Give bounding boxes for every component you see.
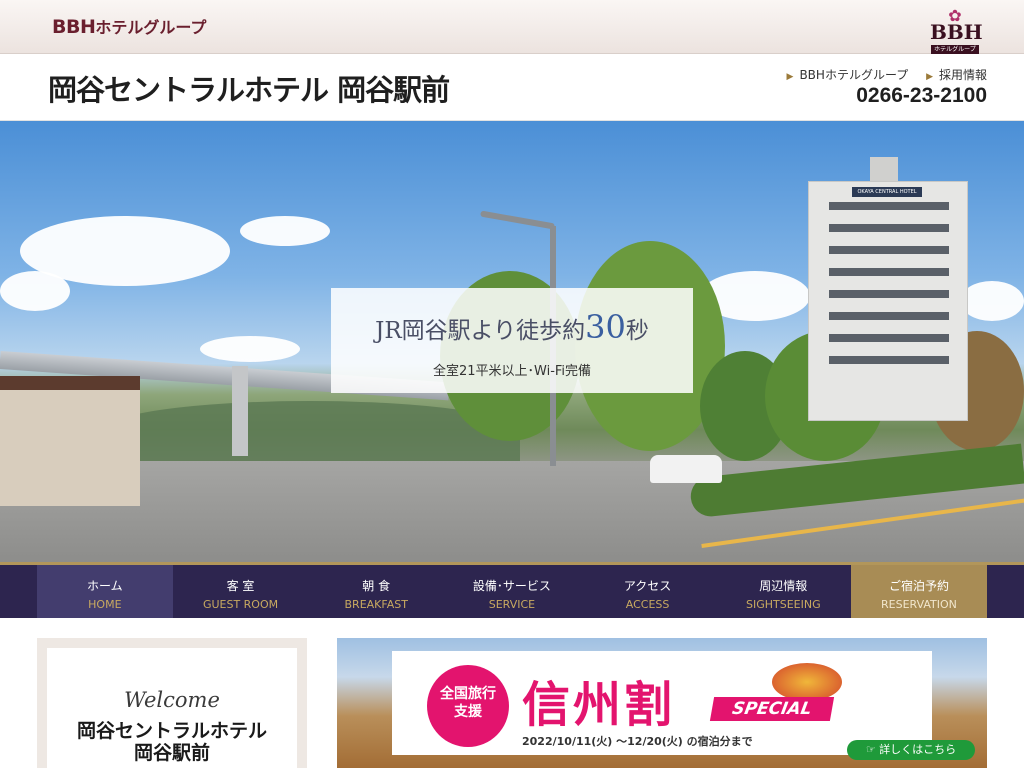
chevron-right-icon: ▶ (926, 72, 933, 82)
hero-title-number: 30 (585, 308, 626, 346)
nav-label-en: SERVICE (488, 598, 536, 611)
bbh-badge-logo[interactable]: ✿ BBH ホテルグループ (928, 6, 983, 54)
hero-title: JR岡谷駅より徒歩約30秒 (331, 308, 693, 346)
cloud (240, 216, 330, 246)
nav-reservation[interactable]: ご宿泊予約 RESERVATION (851, 565, 987, 618)
fruit-basket-icon (772, 663, 842, 701)
chevron-right-icon: ▶ (786, 72, 794, 82)
nav-access[interactable]: アクセス ACCESS (580, 565, 716, 618)
link-label: 採用情報 (938, 68, 987, 82)
station-building (0, 376, 140, 506)
building-floor (829, 246, 949, 254)
nav-label-en: BREAKFAST (344, 598, 408, 611)
overpass-pillar (232, 366, 248, 456)
badge-line2: 支援 (454, 704, 482, 720)
building-floor (829, 334, 949, 342)
nav-label-en: RESERVATION (881, 598, 957, 611)
hero-caption: JR岡谷駅より徒歩約30秒 全室21平米以上･Wi-Fi完備 (331, 288, 693, 393)
nav-label-en: SIGHTSEEING (745, 598, 821, 611)
nav-label-en: ACCESS (625, 598, 670, 611)
hero-subtitle: 全室21平米以上･Wi-Fi完備 (432, 364, 592, 379)
details-button-label: 詳しくはこちら (879, 743, 957, 756)
hotel-building (808, 181, 968, 421)
top-links: ▶ BBHホテルグループ ▶ 採用情報 (773, 66, 987, 83)
building-floor (829, 290, 949, 298)
nav-label-en: HOME (88, 598, 122, 611)
building-floor (829, 268, 949, 276)
building-floor (829, 202, 949, 210)
badge-sub: ホテルグループ (931, 45, 979, 54)
travel-support-badge: 全国旅行 支援 (427, 665, 509, 747)
cloud (200, 336, 300, 362)
global-nav: ホーム HOME 客 室 GUEST ROOM 朝 食 BREAKFAST 設備… (0, 562, 1024, 618)
nav-label-jp: ホーム (87, 579, 123, 593)
building-floor (829, 356, 949, 364)
nav-label-jp: 周辺情報 (759, 579, 808, 593)
welcome-heading: Welcome (124, 688, 220, 712)
details-button[interactable]: ☞ 詳しくはこちら (847, 740, 975, 760)
badge-line1: 全国旅行 (440, 686, 496, 702)
welcome-panel: Welcome 岡谷セントラルホテル 岡谷駅前 (37, 638, 307, 768)
hero-title-prefix: JR岡谷駅より徒歩約 (375, 318, 586, 344)
phone-number[interactable]: 0266-23-2100 (856, 84, 987, 108)
group-logo-kata: ホテルグループ (95, 18, 207, 37)
nav-label-jp: 設備･サービス (472, 579, 551, 593)
campaign-banner[interactable]: 全国旅行 支援 信州割 SPECIAL 2022/10/11(火) 〜12/20… (337, 638, 987, 768)
banner-dates: 2022/10/11(火) 〜12/20(火) の宿泊分まで (522, 735, 753, 748)
hero-image: OKAYA CENTRAL HOTEL JR岡谷駅より徒歩約30秒 全室21平米… (0, 121, 1024, 562)
cloud (0, 271, 70, 311)
banner-title: 信州割 (522, 677, 676, 733)
nav-breakfast[interactable]: 朝 食 BREAKFAST (308, 565, 444, 618)
car (650, 455, 722, 483)
badge-text: BBH (930, 20, 983, 44)
link-label: BBHホテルグループ (799, 68, 909, 82)
nav-label-en: GUEST ROOM (202, 598, 279, 611)
nav-label-jp: アクセス (623, 579, 672, 593)
nav-guest-room[interactable]: 客 室 GUEST ROOM (173, 565, 309, 618)
nav-label-jp: 朝 食 (362, 579, 391, 593)
nav-label-jp: ご宿泊予約 (888, 579, 949, 593)
cloud (960, 281, 1024, 321)
welcome-hotel-name: 岡谷セントラルホテル 岡谷駅前 (47, 720, 297, 764)
building-sign: OKAYA CENTRAL HOTEL (852, 187, 922, 197)
banner-card: 全国旅行 支援 信州割 SPECIAL 2022/10/11(火) 〜12/20… (392, 651, 932, 755)
street-lamp-arm (480, 210, 555, 230)
pointer-hand-icon: ☞ (865, 743, 880, 756)
nav-items: ホーム HOME 客 室 GUEST ROOM 朝 食 BREAKFAST 設備… (37, 565, 987, 618)
link-bbh-group[interactable]: ▶ BBHホテルグループ (787, 68, 909, 82)
welcome-name-line1: 岡谷セントラルホテル (76, 720, 267, 742)
bbh-group-logo[interactable]: BBHホテルグループ (52, 14, 206, 38)
hotel-name[interactable]: 岡谷セントラルホテル 岡谷駅前 (48, 67, 450, 109)
nav-sightseeing[interactable]: 周辺情報 SIGHTSEEING (715, 565, 851, 618)
hotel-header: 岡谷セントラルホテル 岡谷駅前 ▶ BBHホテルグループ ▶ 採用情報 0266-2… (0, 55, 1024, 121)
group-logo-text: BBH (52, 16, 96, 38)
nav-home[interactable]: ホーム HOME (37, 565, 173, 618)
welcome-card: Welcome 岡谷セントラルホテル 岡谷駅前 (47, 648, 297, 768)
nav-label-jp: 客 室 (226, 579, 255, 593)
group-bar: BBHホテルグループ ✿ BBH ホテルグループ (0, 0, 1024, 54)
link-recruit[interactable]: ▶ 採用情報 (926, 68, 987, 82)
building-floor (829, 312, 949, 320)
building-floor (829, 224, 949, 232)
special-label: SPECIAL (709, 697, 835, 721)
hero-title-suffix: 秒 (625, 318, 649, 344)
welcome-name-line2: 岡谷駅前 (133, 742, 210, 764)
nav-service[interactable]: 設備･サービス SERVICE (444, 565, 580, 618)
